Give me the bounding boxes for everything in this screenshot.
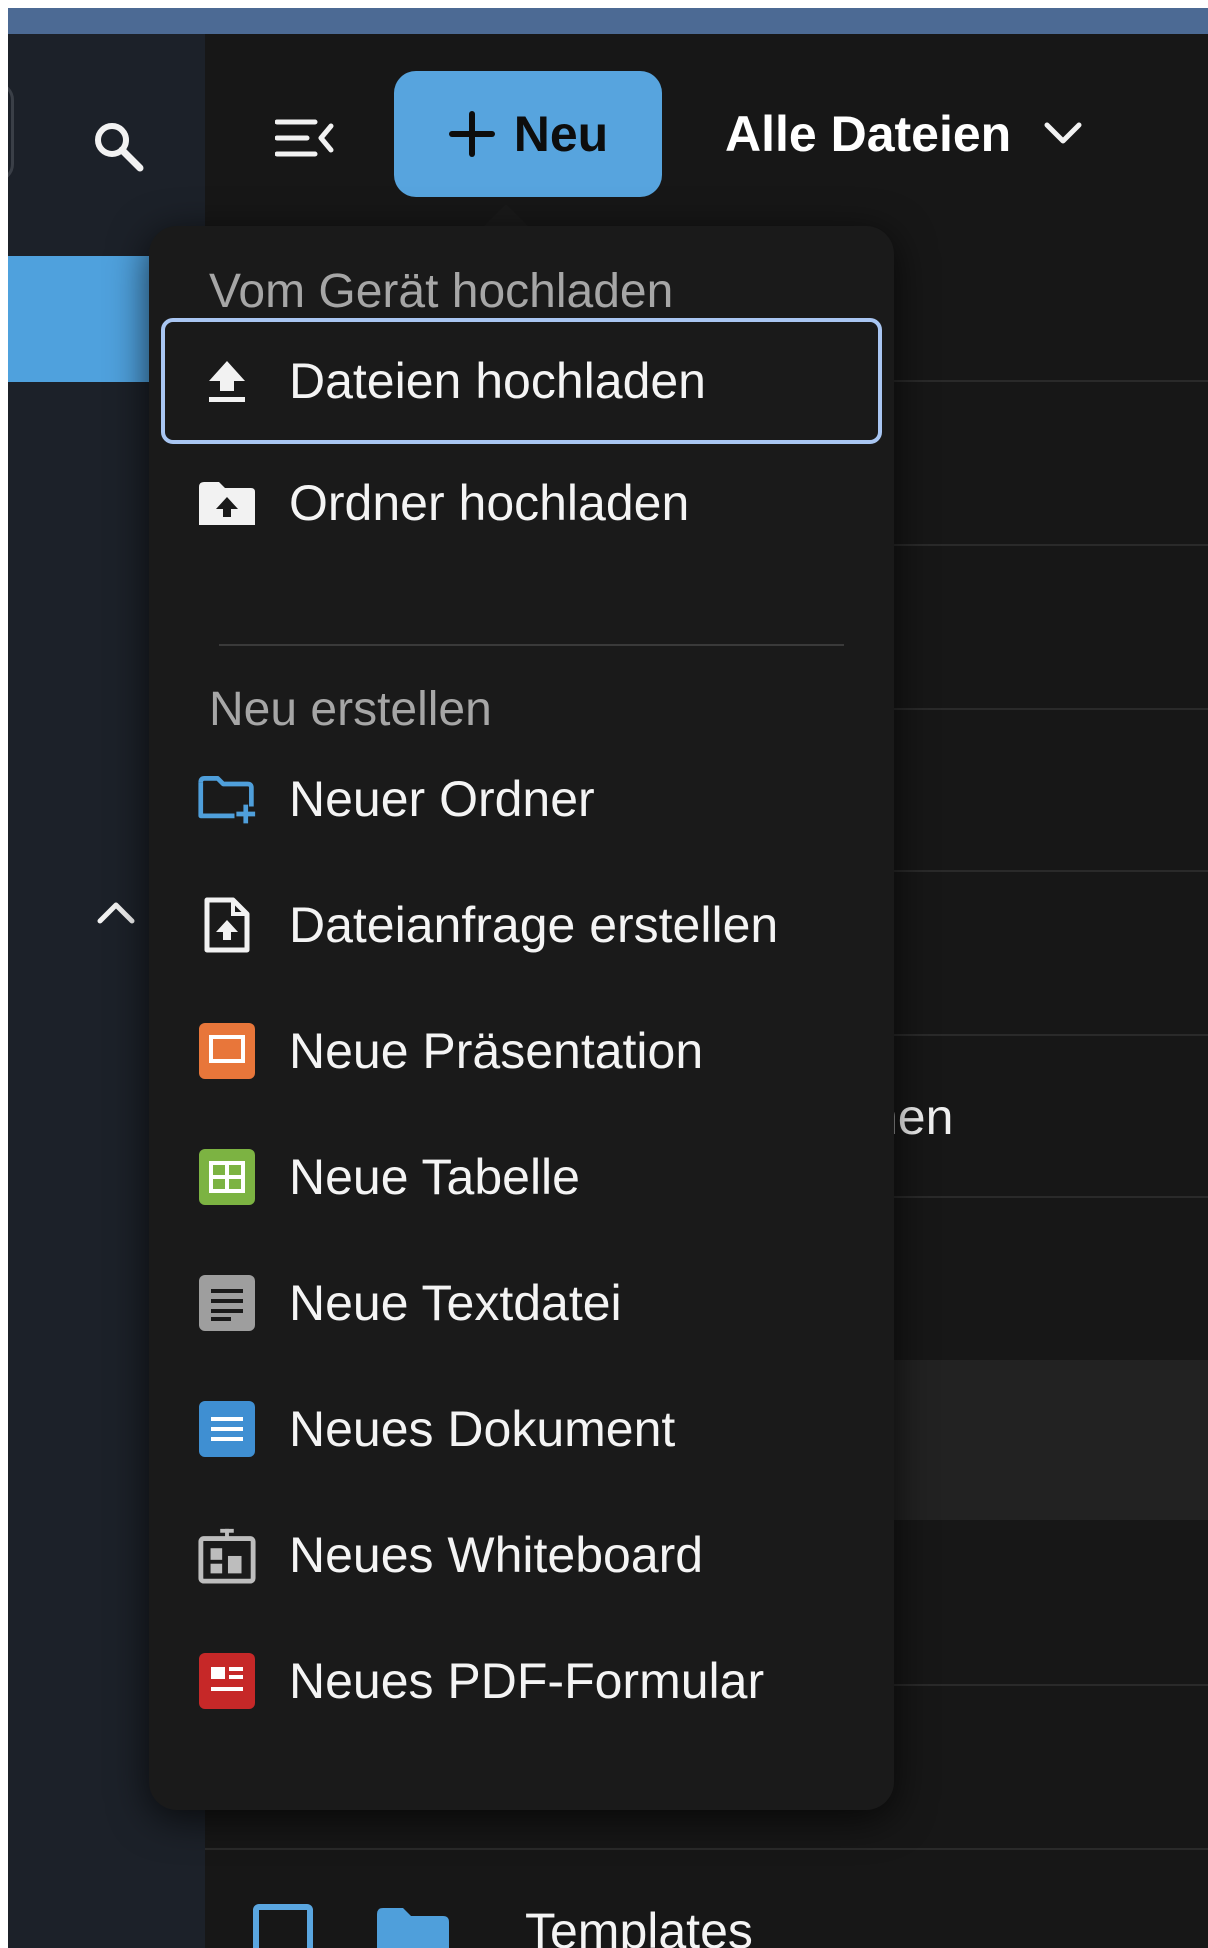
window-top-strip [8, 8, 1208, 34]
table-row[interactable]: Templates [205, 1858, 1208, 1948]
new-whiteboard-label: Neues Whiteboard [289, 1527, 704, 1583]
upload-section-title: Vom Gerät hochladen [209, 265, 674, 318]
folder-upload-icon [197, 473, 257, 533]
new-spreadsheet-label: Neue Tabelle [289, 1149, 580, 1205]
toggle-navigation-button[interactable] [265, 98, 345, 178]
files-filter-dropdown[interactable]: Alle Dateien [725, 94, 1083, 174]
chevron-down-icon [1044, 122, 1082, 144]
new-folder-item[interactable]: Neuer Ordner [161, 736, 882, 862]
new-presentation-item[interactable]: Neue Präsentation [161, 988, 882, 1114]
create-section-title: Neu erstellen [209, 683, 492, 736]
spreadsheet-icon [197, 1147, 257, 1207]
header: Neu Alle Dateien [205, 34, 1208, 214]
new-document-item[interactable]: Neues Dokument [161, 1366, 882, 1492]
new-spreadsheet-item[interactable]: Neue Tabelle [161, 1114, 882, 1240]
new-presentation-label: Neue Präsentation [289, 1023, 704, 1079]
file-request-label: Dateianfrage erstellen [289, 897, 779, 953]
new-text-file-label: Neue Textdatei [289, 1275, 622, 1331]
file-request-icon [197, 895, 257, 955]
new-button-label: Neu [513, 106, 609, 162]
upload-icon [197, 351, 257, 411]
whiteboard-icon [197, 1525, 257, 1585]
presentation-icon [197, 1021, 257, 1081]
search-icon [95, 123, 144, 172]
sidebar-edge-control[interactable] [8, 82, 14, 182]
sidebar-item-active[interactable] [8, 256, 156, 382]
plus-icon [448, 111, 495, 157]
menu-caret [482, 204, 530, 228]
pdf-form-icon [197, 1651, 257, 1711]
menu-collapse-icon [275, 119, 334, 157]
new-folder-label: Neuer Ordner [289, 771, 595, 827]
upload-folder-label: Ordner hochladen [289, 475, 690, 531]
new-pdf-form-label: Neues PDF-Formular [289, 1653, 765, 1709]
new-button[interactable]: Neu [394, 71, 662, 197]
folder-icon [377, 1908, 449, 1948]
row-divider [205, 1848, 1208, 1850]
files-dropdown-label: Alle Dateien [725, 106, 1012, 162]
search-button[interactable] [78, 106, 158, 186]
upload-folder-item[interactable]: Ordner hochladen [161, 440, 882, 566]
row-checkbox[interactable] [253, 1904, 313, 1948]
create-file-request-item[interactable]: Dateianfrage erstellen [161, 862, 882, 988]
upload-files-item[interactable]: Dateien hochladen [161, 318, 882, 444]
chevron-up-icon [97, 902, 135, 924]
app-window: Neu Alle Dateien nen Templates Vom Gerät… [8, 8, 1208, 1948]
new-whiteboard-item[interactable]: Neues Whiteboard [161, 1492, 882, 1618]
collapse-section-button[interactable] [86, 882, 146, 942]
upload-files-label: Dateien hochladen [289, 353, 706, 409]
menu-separator [219, 644, 844, 646]
new-text-file-item[interactable]: Neue Textdatei [161, 1240, 882, 1366]
new-document-label: Neues Dokument [289, 1401, 676, 1457]
new-folder-icon [197, 769, 257, 829]
text-file-icon [197, 1273, 257, 1333]
new-menu: Vom Gerät hochladen Dateien hochladen Or… [149, 226, 894, 1810]
file-name[interactable]: Templates [525, 1902, 753, 1948]
document-icon [197, 1399, 257, 1459]
new-pdf-form-item[interactable]: Neues PDF-Formular [161, 1618, 882, 1744]
